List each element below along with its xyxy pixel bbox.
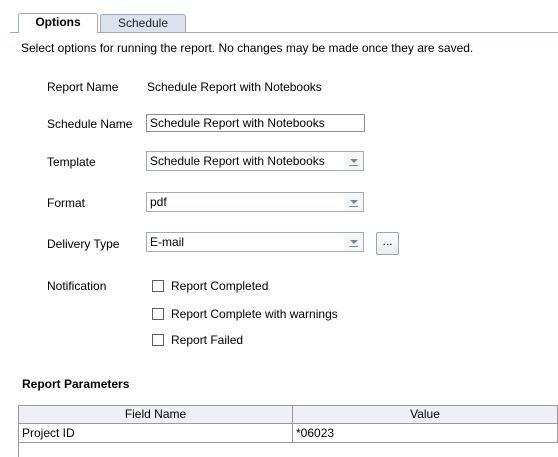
template-select-value: Schedule Report with Notebooks [150,154,325,168]
schedule-name-label: Schedule Name [47,117,133,131]
report-parameters-table: Field Name Value Project ID *06023 [18,405,558,457]
format-select-value: pdf [150,195,167,209]
page-description: Select options for running the report. N… [21,41,474,55]
report-failed-label: Report Failed [171,333,244,347]
tab-options[interactable]: Options [18,13,98,33]
report-name-label: Report Name [47,80,119,94]
table-cell-value[interactable]: *06023 [293,424,558,443]
format-label: Format [47,196,86,210]
report-completed-checkbox[interactable] [152,280,164,292]
tab-schedule[interactable]: Schedule [100,14,186,32]
report-parameters-heading: Report Parameters [22,377,130,391]
report-failed-checkbox[interactable] [152,334,164,346]
column-header-field-name[interactable]: Field Name [19,406,293,424]
format-select[interactable]: pdf [146,192,364,212]
template-label: Template [47,155,96,169]
chevron-down-icon[interactable] [344,152,363,170]
delivery-type-select[interactable]: E-mail [146,232,364,252]
delivery-type-select-value: E-mail [150,235,185,249]
tab-strip: Options Schedule [0,0,558,33]
delivery-type-label: Delivery Type [47,237,120,251]
table-cell-field: Project ID [19,424,293,443]
schedule-name-input[interactable] [146,114,365,132]
report-warnings-label: Report Complete with warnings [171,307,338,321]
chevron-down-icon[interactable] [344,193,363,211]
template-select[interactable]: Schedule Report with Notebooks [146,151,364,171]
report-name-value: Schedule Report with Notebooks [147,80,322,94]
report-warnings-checkbox[interactable] [152,308,164,320]
notification-label: Notification [47,279,107,293]
report-completed-label: Report Completed [171,279,269,293]
delivery-options-button[interactable]: ... [376,232,399,255]
column-header-value[interactable]: Value [293,406,558,424]
chevron-down-icon[interactable] [344,233,363,251]
